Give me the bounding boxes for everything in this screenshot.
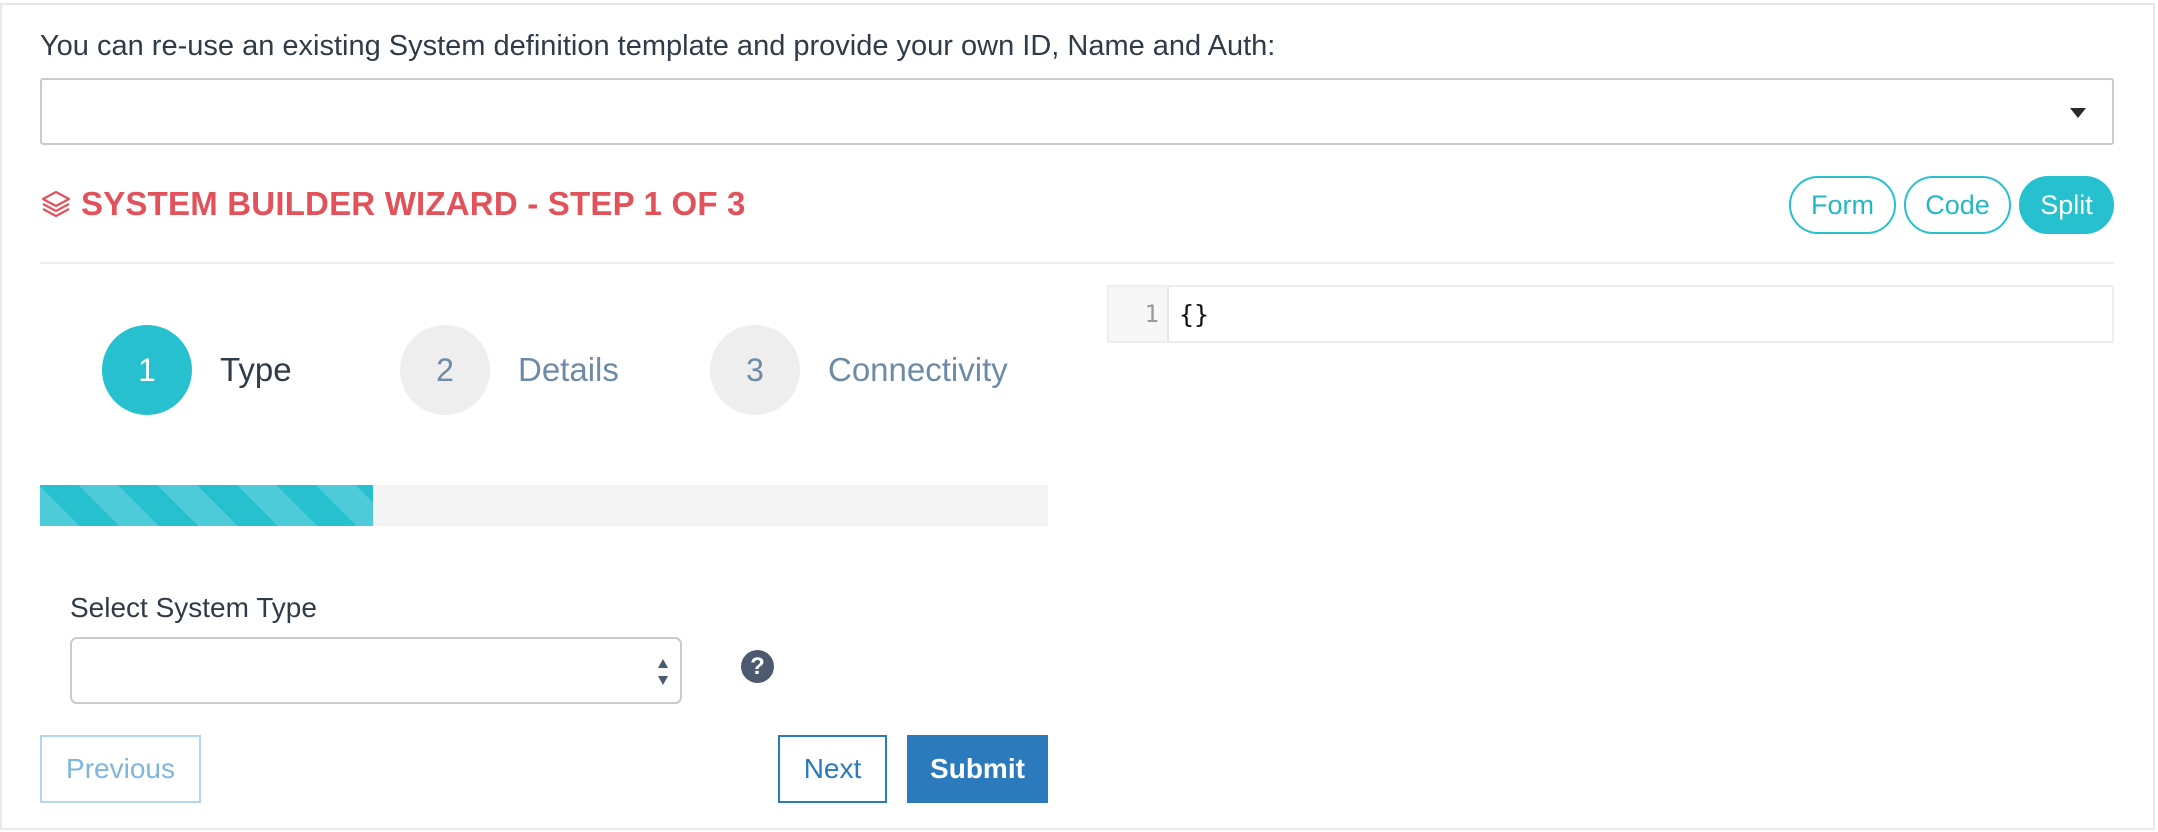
step-number: 2	[400, 325, 490, 415]
step-label: Type	[220, 351, 292, 388]
form-view-button[interactable]: Form	[1789, 176, 1896, 234]
split-view-button[interactable]: Split	[2019, 176, 2114, 234]
json-code-editor[interactable]: 1 {}	[1107, 285, 2114, 343]
help-icon[interactable]: ?	[741, 650, 774, 683]
step-number: 3	[710, 325, 800, 415]
template-select[interactable]	[40, 78, 2114, 145]
wizard-title: SYSTEM BUILDER WIZARD - STEP 1 OF 3	[40, 185, 746, 223]
view-mode-toggle: Form Code Split	[1789, 176, 2114, 234]
system-type-select[interactable]	[70, 637, 682, 704]
step-label: Details	[518, 351, 619, 388]
next-button[interactable]: Next	[778, 735, 887, 803]
step-label: Connectivity	[828, 351, 1008, 388]
select-arrows-icon	[658, 659, 668, 685]
submit-button[interactable]: Submit	[907, 735, 1048, 803]
line-number: 1	[1109, 287, 1169, 341]
layers-icon	[41, 190, 71, 218]
divider	[40, 262, 2114, 264]
caret-down-icon	[2070, 108, 2086, 118]
template-label: You can re-use an existing System defini…	[40, 30, 1276, 62]
step-details[interactable]: 2 Details	[400, 325, 619, 415]
progress-bar-fill	[40, 485, 373, 526]
wizard-progress	[40, 485, 1048, 526]
step-connectivity[interactable]: 3 Connectivity	[710, 325, 1008, 415]
step-number: 1	[102, 325, 192, 415]
previous-button[interactable]: Previous	[40, 735, 201, 803]
step-type[interactable]: 1 Type	[102, 325, 292, 415]
code-line[interactable]: {}	[1169, 287, 1209, 341]
wizard-title-text: SYSTEM BUILDER WIZARD - STEP 1 OF 3	[81, 185, 746, 222]
code-view-button[interactable]: Code	[1904, 176, 2011, 234]
system-type-label: Select System Type	[70, 592, 317, 623]
